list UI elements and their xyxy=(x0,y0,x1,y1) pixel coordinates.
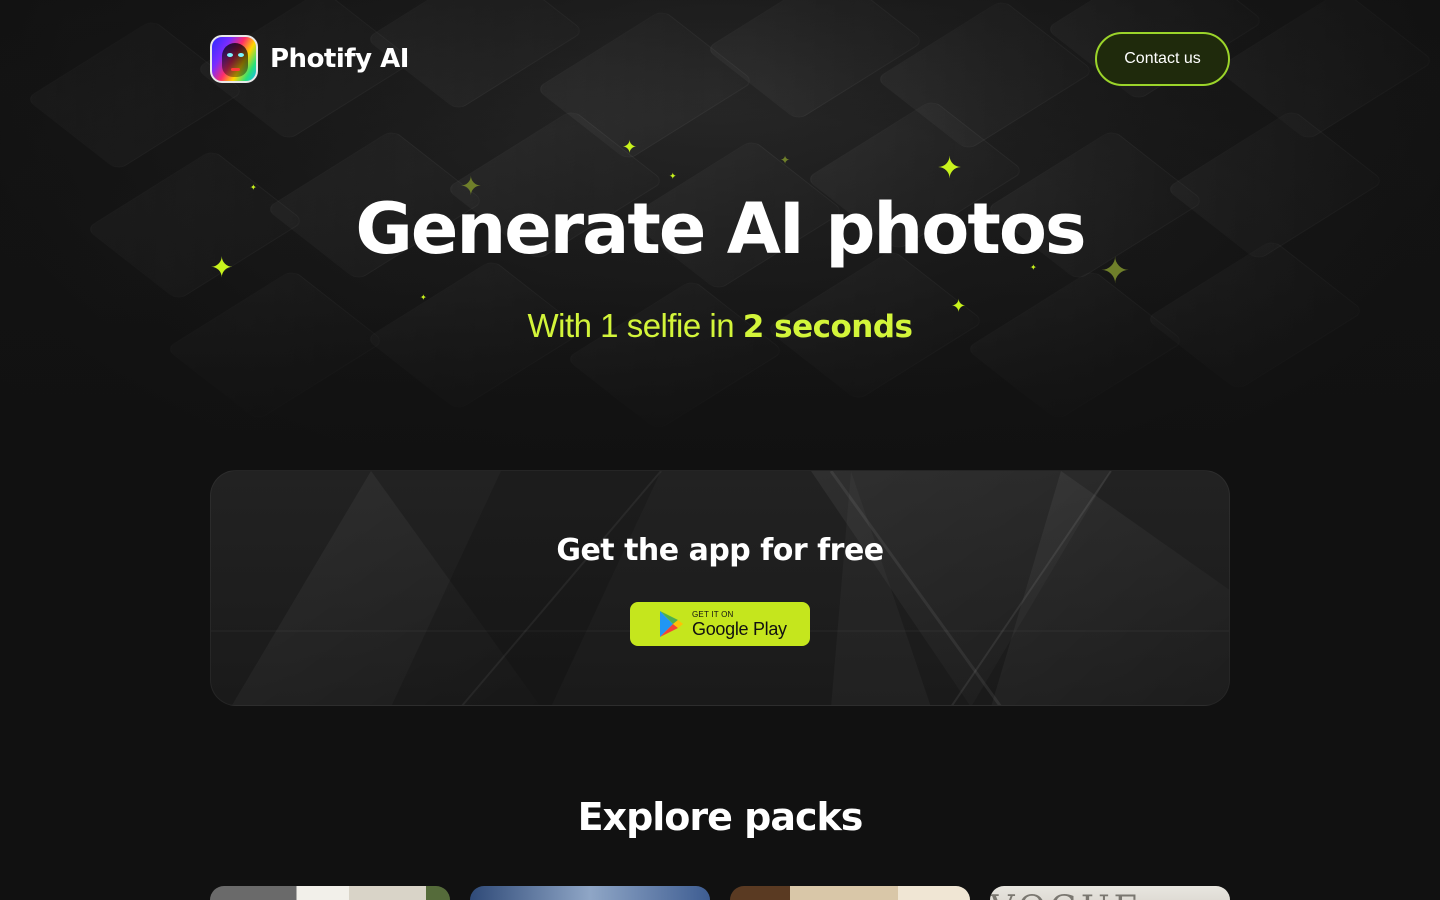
hero-title: Generate AI photos xyxy=(355,188,1086,270)
sparkle-icon: ✦ xyxy=(669,172,677,182)
pack-magazine-title: VOGUE xyxy=(990,888,1142,900)
google-play-label: Google Play xyxy=(692,618,787,639)
contact-us-button[interactable]: Contact us xyxy=(1095,32,1230,86)
sparkle-icon: ✦ xyxy=(622,137,638,158)
sparkle-icon: ✦ xyxy=(780,153,791,167)
hero-subtitle-prefix: With 1 selfie in xyxy=(527,307,743,344)
card-decoration xyxy=(211,471,1229,705)
pack-card[interactable] xyxy=(210,886,450,900)
hero-subtitle-highlight: 2 seconds xyxy=(742,309,913,345)
sparkle-icon: ✦ xyxy=(420,293,427,302)
google-play-icon xyxy=(660,611,683,637)
brand-name: Photify AI xyxy=(270,44,409,74)
google-play-button[interactable]: GET IT ON Google Play xyxy=(630,602,810,646)
hero-subtitle: With 1 selfie in 2 seconds xyxy=(0,307,1440,345)
brand-logo[interactable]: Photify AI xyxy=(210,35,409,83)
explore-packs-title: Explore packs xyxy=(577,795,864,839)
site-header: Photify AI Contact us xyxy=(210,32,1230,86)
packs-row: VOGUE xyxy=(210,886,1230,900)
google-play-small-label: GET IT ON xyxy=(692,609,734,619)
pack-card[interactable]: VOGUE xyxy=(990,886,1230,900)
photify-face-logo-icon xyxy=(210,35,258,83)
get-app-title: Get the app for free xyxy=(556,533,884,568)
pack-card[interactable] xyxy=(470,886,710,900)
sparkle-icon: ✦ xyxy=(937,151,963,186)
get-app-card: Get the app for free GET IT ON Google Pl… xyxy=(210,470,1230,706)
pack-card[interactable] xyxy=(730,886,970,900)
